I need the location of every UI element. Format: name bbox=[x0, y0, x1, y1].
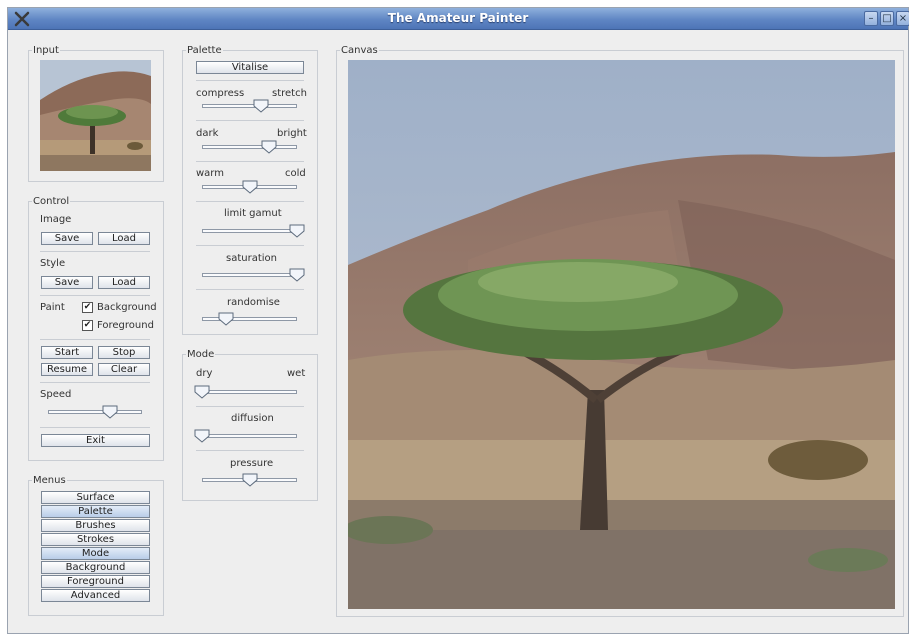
limit-gamut-slider-thumb[interactable] bbox=[289, 224, 305, 238]
divider bbox=[196, 201, 304, 202]
speed-label: Speed bbox=[40, 389, 72, 400]
background-checkbox[interactable]: ✔ bbox=[82, 302, 93, 313]
divider bbox=[40, 251, 150, 252]
pressure-label: pressure bbox=[230, 458, 274, 469]
input-legend: Input bbox=[33, 45, 59, 56]
minimize-icon[interactable]: – bbox=[864, 11, 878, 26]
randomise-slider-thumb[interactable] bbox=[218, 312, 234, 326]
style-label: Style bbox=[40, 258, 66, 269]
bright-label: bright bbox=[277, 128, 307, 139]
style-load-button[interactable]: Load bbox=[98, 276, 150, 289]
background-checkbox-label: Background bbox=[97, 302, 157, 313]
menu-item-strokes[interactable]: Strokes bbox=[41, 533, 150, 546]
diffusion-label: diffusion bbox=[231, 413, 274, 424]
maximize-icon[interactable]: □ bbox=[880, 11, 894, 26]
saturation-label: saturation bbox=[226, 253, 277, 264]
stretch-label: stretch bbox=[272, 88, 307, 99]
dark-bright-slider-thumb[interactable] bbox=[261, 140, 277, 154]
saturation-slider[interactable] bbox=[202, 268, 305, 282]
title-bar[interactable]: The Amateur Painter – □ × bbox=[8, 8, 909, 30]
dark-label: dark bbox=[196, 128, 219, 139]
divider bbox=[196, 450, 304, 451]
dry-wet-slider-thumb[interactable] bbox=[194, 385, 210, 399]
stop-button[interactable]: Stop bbox=[98, 346, 150, 359]
randomise-label: randomise bbox=[227, 297, 280, 308]
divider bbox=[196, 120, 304, 121]
divider bbox=[40, 339, 150, 340]
speed-slider-thumb[interactable] bbox=[102, 405, 118, 419]
painting-canvas[interactable] bbox=[348, 60, 895, 609]
diffusion-slider-thumb[interactable] bbox=[194, 429, 210, 443]
limit-gamut-slider[interactable] bbox=[202, 224, 305, 238]
menu-item-mode[interactable]: Mode bbox=[41, 547, 150, 560]
speed-slider[interactable] bbox=[48, 405, 142, 419]
randomise-slider[interactable] bbox=[202, 312, 297, 326]
start-button[interactable]: Start bbox=[41, 346, 93, 359]
resume-button[interactable]: Resume bbox=[41, 363, 93, 376]
cold-label: cold bbox=[285, 168, 306, 179]
paint-label: Paint bbox=[40, 302, 65, 313]
menus-legend: Menus bbox=[33, 475, 66, 486]
close-icon[interactable]: × bbox=[896, 11, 909, 26]
palette-legend: Palette bbox=[187, 45, 222, 56]
saturation-slider-thumb[interactable] bbox=[289, 268, 305, 282]
input-image bbox=[40, 60, 151, 171]
limit-gamut-label: limit gamut bbox=[224, 208, 282, 219]
dry-label: dry bbox=[196, 368, 213, 379]
menu-item-background[interactable]: Background bbox=[41, 561, 150, 574]
divider bbox=[196, 80, 304, 81]
image-label: Image bbox=[40, 214, 72, 225]
menu-item-foreground[interactable]: Foreground bbox=[41, 575, 150, 588]
exit-button[interactable]: Exit bbox=[41, 434, 150, 447]
pressure-slider-thumb[interactable] bbox=[242, 473, 258, 487]
mode-legend: Mode bbox=[187, 349, 215, 360]
control-legend: Control bbox=[33, 196, 70, 207]
foreground-checkbox-label: Foreground bbox=[97, 320, 154, 331]
image-save-button[interactable]: Save bbox=[41, 232, 93, 245]
menu-item-brushes[interactable]: Brushes bbox=[41, 519, 150, 532]
style-save-button[interactable]: Save bbox=[41, 276, 93, 289]
dark-bright-slider[interactable] bbox=[202, 140, 297, 154]
canvas-legend: Canvas bbox=[341, 45, 378, 56]
diffusion-slider[interactable] bbox=[194, 429, 297, 443]
compress-stretch-slider-thumb[interactable] bbox=[253, 99, 269, 113]
compress-stretch-slider[interactable] bbox=[202, 99, 297, 113]
warm-cold-slider-thumb[interactable] bbox=[242, 180, 258, 194]
vitalise-button[interactable]: Vitalise bbox=[196, 61, 304, 74]
divider bbox=[196, 245, 304, 246]
compress-label: compress bbox=[196, 88, 245, 99]
image-load-button[interactable]: Load bbox=[98, 232, 150, 245]
warm-label: warm bbox=[196, 168, 224, 179]
menu-item-palette[interactable]: Palette bbox=[41, 505, 150, 518]
divider bbox=[196, 161, 304, 162]
dry-wet-slider[interactable] bbox=[194, 385, 297, 399]
warm-cold-slider[interactable] bbox=[202, 180, 297, 194]
divider bbox=[40, 295, 150, 296]
foreground-checkbox[interactable]: ✔ bbox=[82, 320, 93, 331]
pressure-slider[interactable] bbox=[202, 473, 297, 487]
divider bbox=[40, 427, 150, 428]
menu-item-surface[interactable]: Surface bbox=[41, 491, 150, 504]
clear-button[interactable]: Clear bbox=[98, 363, 150, 376]
divider bbox=[196, 406, 304, 407]
divider bbox=[196, 289, 304, 290]
wet-label: wet bbox=[287, 368, 306, 379]
window-title: The Amateur Painter bbox=[387, 11, 529, 25]
menu-item-advanced[interactable]: Advanced bbox=[41, 589, 150, 602]
divider bbox=[40, 382, 150, 383]
